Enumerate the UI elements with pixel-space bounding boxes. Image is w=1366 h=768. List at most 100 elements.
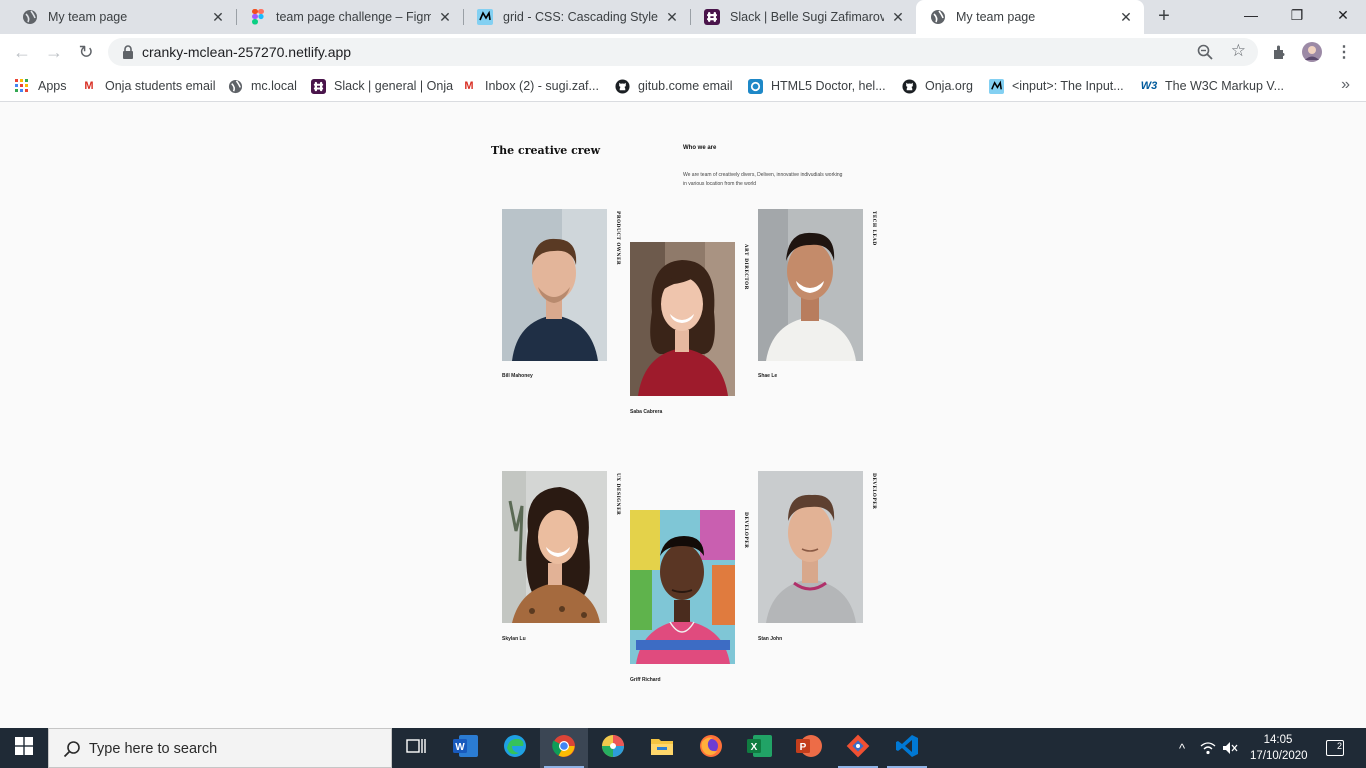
- chrome-button[interactable]: [540, 728, 588, 768]
- member-role: DEVELOPER: [743, 512, 748, 549]
- close-icon[interactable]: ✕: [210, 9, 226, 25]
- bookmark-html5-doctor[interactable]: HTML5 Doctor, hel...: [747, 77, 886, 95]
- gmail-icon: M: [464, 80, 474, 92]
- svg-text:P: P: [800, 742, 807, 753]
- mdn-icon: [988, 78, 1004, 94]
- bookmark-onja-email[interactable]: M Onja students email: [81, 77, 215, 95]
- bookmarks-bar: Apps M Onja students email mc.local Slac…: [0, 70, 1366, 102]
- edge-icon: [503, 734, 527, 763]
- bookmarks-more-button[interactable]: »: [1341, 76, 1350, 94]
- taskbar-search[interactable]: Type here to search: [48, 728, 392, 768]
- notification-count: 2: [1337, 741, 1343, 751]
- notifications-button[interactable]: 2: [1320, 728, 1350, 768]
- slack-icon: [704, 9, 720, 25]
- chrome-icon: [552, 734, 576, 763]
- volume-muted-icon[interactable]: [1220, 728, 1240, 768]
- clock-date: 17/10/2020: [1250, 750, 1308, 762]
- globe-icon: [930, 9, 946, 25]
- bookmark-mdn-input[interactable]: <input>: The Input...: [988, 77, 1124, 95]
- reload-button[interactable]: ↻: [72, 38, 100, 66]
- bookmark-onja-org[interactable]: Onja.org: [901, 77, 973, 95]
- word-icon: W: [453, 734, 479, 763]
- excel-button[interactable]: X: [736, 728, 784, 768]
- arrow-right-icon: →: [45, 41, 63, 62]
- close-icon[interactable]: ✕: [664, 9, 680, 25]
- firefox-icon: [699, 734, 723, 763]
- bookmark-label: Apps: [38, 79, 67, 93]
- bookmark-label: Onja.org: [925, 79, 973, 93]
- close-icon[interactable]: ✕: [437, 9, 453, 25]
- member-role: TECH LEAD: [871, 211, 876, 246]
- globe-icon: [227, 78, 243, 94]
- close-window-button[interactable]: ✕: [1320, 0, 1366, 30]
- browser-tab[interactable]: grid - CSS: Cascading Style She ✕: [463, 0, 690, 34]
- bookmark-apps[interactable]: Apps: [14, 77, 67, 95]
- tray-overflow-icon[interactable]: ^: [1172, 728, 1192, 768]
- svg-text:X: X: [751, 742, 758, 753]
- member-name: Saba Cabrera: [630, 409, 663, 415]
- address-bar[interactable]: cranky-mclean-257270.netlify.app ☆: [108, 38, 1258, 66]
- bookmark-w3c[interactable]: W3 The W3C Markup V...: [1141, 77, 1284, 95]
- member-role: ART DIRECTOR: [743, 244, 748, 290]
- maximize-button[interactable]: ❐: [1274, 0, 1320, 30]
- member-name: Bill Mahoney: [502, 373, 533, 379]
- file-explorer-icon: [650, 736, 674, 761]
- task-view-button[interactable]: [392, 728, 440, 768]
- bookmark-slack-general[interactable]: Slack | general | Onja: [310, 77, 453, 95]
- mdn-icon: [477, 9, 493, 25]
- member-name: Stan John: [758, 636, 783, 642]
- apps-grid-icon: [14, 78, 30, 94]
- member-card: PRODUCT OWNER Bill Mahoney: [502, 209, 627, 384]
- tab-title: Slack | Belle Sugi Zafimarovolo: [730, 10, 884, 24]
- page-content: The creative crew Who we are We are team…: [0, 102, 1366, 728]
- close-icon[interactable]: ✕: [1118, 9, 1134, 25]
- bookmark-label: gitub.come email: [638, 79, 733, 93]
- powerpoint-button[interactable]: P: [785, 728, 833, 768]
- member-role: PRODUCT OWNER: [615, 211, 620, 266]
- back-button[interactable]: ←: [8, 38, 36, 66]
- figma-icon: [250, 9, 266, 25]
- member-photo: [502, 471, 607, 623]
- menu-dots-icon[interactable]: ⋮: [1334, 42, 1354, 62]
- zoom-icon[interactable]: [1196, 43, 1214, 61]
- new-tab-button[interactable]: +: [1152, 5, 1176, 29]
- windows-logo-icon: [15, 736, 33, 760]
- edge-button[interactable]: [491, 728, 539, 768]
- paint-button[interactable]: [589, 728, 637, 768]
- tab-title: team page challenge – Figma: [276, 10, 431, 24]
- system-clock[interactable]: 14:05 17/10/2020: [1250, 732, 1308, 764]
- browser-tab[interactable]: team page challenge – Figma ✕: [236, 0, 463, 34]
- bookmark-label: Inbox (2) - sugi.zaf...: [485, 79, 599, 93]
- network-icon[interactable]: [1198, 728, 1218, 768]
- minimize-button[interactable]: —: [1228, 0, 1274, 30]
- bookmark-label: Slack | general | Onja: [334, 79, 454, 93]
- start-button[interactable]: [0, 728, 48, 768]
- who-we-are-text: We are team of creatively divers, Delive…: [683, 172, 843, 187]
- firefox-button[interactable]: [687, 728, 735, 768]
- browser-tab[interactable]: Slack | Belle Sugi Zafimarovolo ✕: [690, 0, 916, 34]
- member-card: UX DESIGNER Skylan Lu: [502, 471, 627, 646]
- who-we-are-heading: Who we are: [683, 145, 717, 151]
- browser-tab[interactable]: My team page ✕: [8, 0, 236, 34]
- close-icon[interactable]: ✕: [890, 9, 906, 25]
- profile-avatar[interactable]: [1302, 42, 1322, 62]
- bookmark-mc-local[interactable]: mc.local: [227, 77, 297, 95]
- bookmark-github-email[interactable]: gitub.come email: [614, 77, 733, 95]
- vscode-button[interactable]: [883, 728, 931, 768]
- member-photo: [502, 209, 607, 361]
- tab-title: My team page: [956, 10, 1036, 24]
- bookmark-star-icon[interactable]: ☆: [1231, 42, 1246, 60]
- extensions-icon[interactable]: [1270, 42, 1290, 62]
- w3c-icon: W3: [1140, 80, 1158, 92]
- bookmark-inbox[interactable]: M Inbox (2) - sugi.zaf...: [461, 77, 599, 95]
- member-role: UX DESIGNER: [615, 473, 620, 516]
- git-button[interactable]: [834, 728, 882, 768]
- member-card: TECH LEAD Shae Le: [758, 209, 883, 384]
- file-explorer-button[interactable]: [638, 728, 686, 768]
- word-button[interactable]: W: [442, 728, 490, 768]
- gmail-icon: M: [84, 80, 94, 92]
- browser-tab-active[interactable]: My team page ✕: [916, 0, 1144, 34]
- lock-icon: [120, 44, 136, 60]
- forward-button[interactable]: →: [40, 38, 68, 66]
- tab-title: My team page: [48, 10, 128, 24]
